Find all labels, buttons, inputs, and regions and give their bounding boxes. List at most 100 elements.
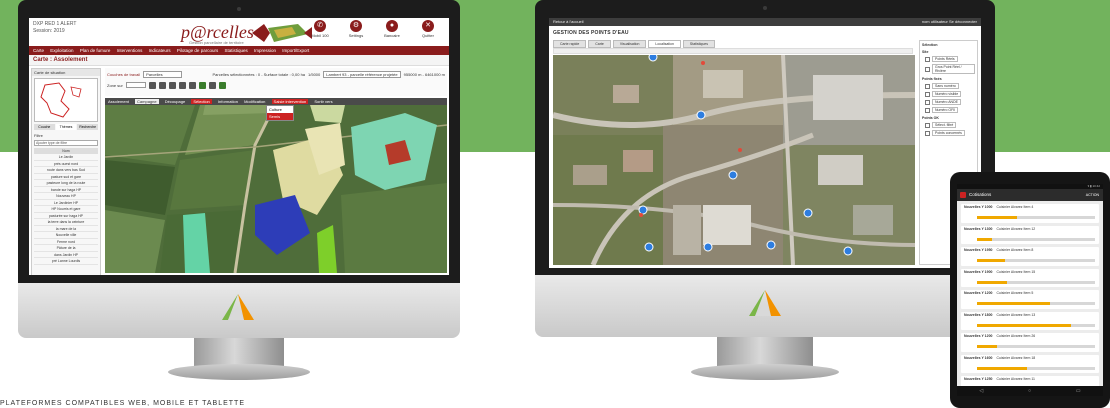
- filter-item[interactable]: Sans numéro: [925, 83, 975, 89]
- mode-saisie-intervention[interactable]: Saisie intervention: [271, 99, 309, 104]
- tab-statistiques[interactable]: Statistiques: [682, 40, 715, 48]
- list-item[interactable]: Nouvelles Y 1600 Cuisinier Alvarez Item 1…: [961, 354, 1099, 373]
- filter-item[interactable]: Points concernés: [925, 130, 975, 136]
- list-item[interactable]: Nouvelles Y 1900 Cuisinier Alvarez Item 1…: [961, 268, 1099, 287]
- tab-carte-rapide[interactable]: Carte rapide: [553, 40, 587, 48]
- parcelles-app-screen: DXP RED 1 ALERT Session: 2019 p@rcelles …: [29, 18, 449, 275]
- filter-item[interactable]: Numéro visible: [925, 91, 975, 97]
- menu-item-carte[interactable]: Carte: [33, 48, 44, 53]
- card-title: Nouvelles Y 1600: [964, 355, 993, 360]
- menu-item-impression[interactable]: Impression: [254, 48, 276, 53]
- projection-select[interactable]: Lambert 93 - parcelle référence projetée: [323, 70, 401, 78]
- list-item[interactable]: Nouvelles Y 1200 Cuisinier Alvarez Item 5: [961, 290, 1099, 309]
- checkbox[interactable]: [925, 83, 930, 89]
- mode-modification[interactable]: Modification: [244, 99, 265, 104]
- filter-select[interactable]: Ajouter type de filtre: [34, 140, 98, 146]
- surface-readout: Parcelles sélectionnées : 0 - Surface to…: [212, 71, 306, 77]
- filter-item[interactable]: Points Réels: [925, 56, 975, 62]
- checkbox[interactable]: [925, 91, 930, 97]
- tab-localisation[interactable]: Localisation: [648, 40, 681, 48]
- filter-item[interactable]: Sélect. filtré: [925, 122, 975, 128]
- menu-item-interventions[interactable]: Interventions: [117, 48, 143, 53]
- menu-item-exploitation[interactable]: Exploitation: [50, 48, 73, 53]
- mode-assolement[interactable]: Assolement: [108, 99, 129, 104]
- menu-item-pilotage[interactable]: Pilotage de parcours: [177, 48, 218, 53]
- caption: PLATEFORMES COMPATIBLES WEB, MOBILE ET T…: [0, 400, 245, 407]
- progress-fill: [977, 259, 1006, 262]
- mode-sortir[interactable]: Sortir vers: [314, 99, 332, 104]
- checkbox[interactable]: [925, 130, 930, 136]
- filter-label: Filtre: [34, 133, 43, 138]
- menu-item-statistiques[interactable]: Statistiques: [224, 48, 247, 53]
- zoom-in-icon[interactable]: [158, 81, 166, 89]
- menu-item-import-export[interactable]: Import/Export: [282, 48, 309, 53]
- pan-tool-icon[interactable]: [148, 81, 156, 89]
- layer-select[interactable]: Parcelles: [143, 70, 182, 78]
- menu-item-indicateurs[interactable]: Indicateurs: [149, 48, 171, 53]
- mode-campagne[interactable]: Campagne: [135, 99, 159, 104]
- product-showcase: DXP RED 1 ALERT Session: 2019 p@rcelles …: [0, 0, 1110, 408]
- list-item[interactable]: Nouvelles Y 1300 Cuisinier Alvarez Item 1…: [961, 225, 1099, 244]
- card-subtitle: Cuisinier Alvarez: [996, 312, 1023, 317]
- zoom-select[interactable]: [125, 82, 146, 88]
- card-subtitle: Cuisinier Alvarez: [996, 205, 1023, 209]
- list-item[interactable]: Nouvelles Y 1200 Cuisinier Alvarez Item 2…: [961, 333, 1099, 352]
- action-label: Mobil 100: [311, 33, 329, 38]
- dropdown-item-culture[interactable]: Culture: [267, 106, 293, 113]
- tab-visualisation[interactable]: Visualisation: [612, 40, 647, 48]
- back-icon[interactable]: ◁: [979, 388, 983, 394]
- print-tool-icon[interactable]: [208, 81, 216, 89]
- action-label: Settings: [348, 33, 364, 38]
- mode-decoupage[interactable]: Découpage: [165, 99, 185, 104]
- card-ref: Item 13: [1023, 312, 1036, 317]
- checkbox[interactable]: [925, 99, 930, 105]
- card-ref: Item 11: [1023, 377, 1035, 381]
- card-subtitle: Cuisinier Alvarez: [996, 226, 1023, 231]
- menu-item-plan-fumure[interactable]: Plan de fumure: [80, 48, 111, 53]
- list-item[interactable]: Nouvelles Y 1000 Cuisinier Alvarez Item 4: [961, 204, 1099, 223]
- card-title: Nouvelles Y 1800: [964, 312, 993, 317]
- card-title: Nouvelles Y 1250: [964, 377, 993, 381]
- list-item[interactable]: pré Lanne Lourdis: [34, 258, 98, 265]
- draw-tool-icon[interactable]: [198, 81, 206, 89]
- map-toolbar: Couches de travail Parcelles Parcelles s…: [105, 68, 447, 96]
- zoom-out-icon[interactable]: [168, 81, 176, 89]
- recent-apps-icon[interactable]: ▭: [1076, 388, 1081, 394]
- mobile-action[interactable]: ✆ Mobil 100: [305, 20, 335, 38]
- mode-selection[interactable]: Sélection: [191, 99, 212, 104]
- aerial-map[interactable]: [553, 55, 915, 265]
- mode-information[interactable]: Information: [218, 99, 238, 104]
- quit-action[interactable]: ✕ Quitter: [413, 20, 443, 38]
- checkbox[interactable]: [925, 66, 930, 72]
- progress-bar: [977, 259, 1095, 262]
- record-action[interactable]: ● Bancaire: [377, 20, 407, 38]
- checkbox[interactable]: [925, 56, 930, 62]
- parcel-map[interactable]: [105, 105, 447, 273]
- back-home-link[interactable]: Retour à l'accueil: [553, 19, 584, 24]
- session-line: Session: 2019: [33, 28, 65, 34]
- settings-action[interactable]: ⚙ Settings: [341, 20, 371, 38]
- filter-item[interactable]: Numéro ANDE: [925, 99, 975, 105]
- measure-tool-icon[interactable]: [188, 81, 196, 89]
- tab-themes[interactable]: Thèmes: [55, 124, 77, 130]
- filter-item[interactable]: Gros Point Réel / Rivière: [925, 64, 975, 74]
- user-menu[interactable]: nom utilisateur Se déconnecter: [922, 18, 977, 26]
- tab-recherche[interactable]: Recherche: [77, 124, 99, 130]
- checkbox[interactable]: [925, 122, 930, 128]
- list-item[interactable]: Nouvelles Y 1950 Cuisinier Alvarez Item 8: [961, 247, 1099, 266]
- export-tool-icon[interactable]: [218, 81, 226, 89]
- card-ref: Item 18: [1023, 355, 1036, 360]
- filter-item[interactable]: Numéro OFII: [925, 107, 975, 113]
- tab-couche[interactable]: Couche: [34, 124, 55, 130]
- select-tool-icon[interactable]: [178, 81, 186, 89]
- card-ref: Item 12: [1023, 226, 1036, 231]
- tablet-action-button[interactable]: ACTION: [1086, 189, 1099, 201]
- checkbox[interactable]: [925, 107, 930, 113]
- list-item[interactable]: Nouvelles Y 1800 Cuisinier Alvarez Item 1…: [961, 311, 1099, 330]
- tab-carte[interactable]: Carte: [588, 40, 611, 48]
- home-icon[interactable]: ○: [1028, 388, 1031, 394]
- action-label: Quitter: [421, 33, 434, 38]
- dropdown-item-semis[interactable]: Semis: [267, 113, 293, 120]
- card-ref: Item 4: [1023, 205, 1034, 209]
- overview-minimap[interactable]: [34, 78, 98, 122]
